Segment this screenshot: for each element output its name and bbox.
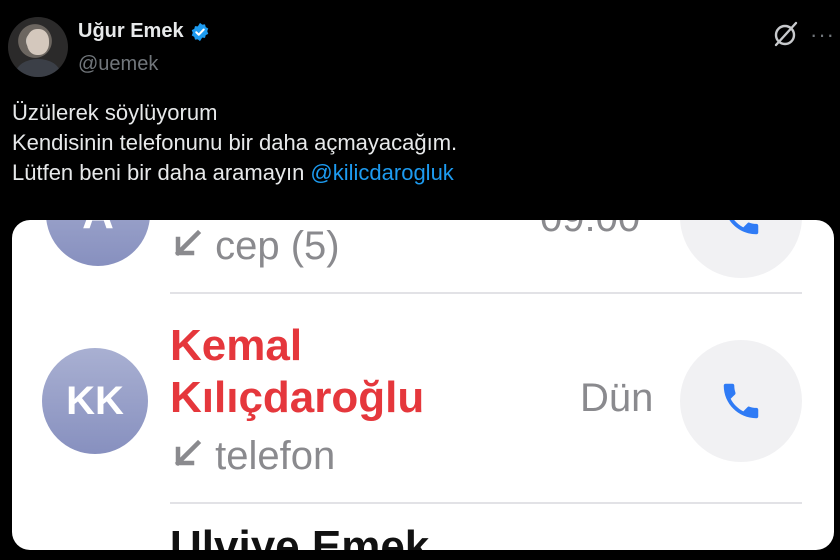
call-subtitle-top-text: cep (5): [215, 224, 340, 268]
contact-name-bottom: Ulviye Emek: [170, 522, 430, 550]
author-avatar[interactable]: [8, 17, 68, 77]
author-handle[interactable]: @uemek: [78, 53, 158, 76]
more-options-icon[interactable]: ···: [810, 22, 835, 48]
incoming-arrow-icon: [174, 229, 202, 257]
incoming-arrow-icon: [174, 439, 202, 467]
author-display-name[interactable]: Uğur Emek: [78, 20, 184, 43]
grok-icon[interactable]: [772, 20, 800, 48]
missed-caller-name: Kemal Kılıçdaroğlu: [170, 320, 424, 424]
tweet-line-1: Üzülerek söylüyorum: [12, 100, 218, 125]
tweet-line-2: Kendisinin telefonunu bir daha açmayacağ…: [12, 130, 458, 155]
mention-link[interactable]: @kilicdarogluk: [310, 160, 453, 185]
contact-avatar-top: A: [46, 220, 150, 266]
call-day: Dün: [580, 376, 654, 420]
tweet-line-3-text: Lütfen beni bir daha aramayın: [12, 160, 311, 185]
author-name-row: Uğur Emek: [78, 20, 210, 43]
caller-name-line-2: Kılıçdaroğlu: [170, 373, 425, 422]
call-subtitle-kk-text: telefon: [215, 434, 336, 478]
tweet-media-image[interactable]: A 09:00 cep (5) KK Kemal Kılıçdaroğlu Dü…: [12, 220, 834, 550]
tweet-line-3: Lütfen beni bir daha aramayın @kilicdaro…: [12, 158, 457, 188]
call-button-top: [680, 220, 802, 278]
list-divider: [170, 292, 802, 294]
list-divider: [170, 502, 802, 504]
phone-icon: [723, 383, 759, 419]
phone-icon: [729, 220, 759, 235]
contact-avatar-kk: KK: [42, 348, 148, 454]
caller-name-line-1: Kemal: [170, 321, 303, 370]
tweet-text: Üzülerek söylüyorum Kendisinin telefonun…: [12, 98, 457, 188]
call-subtitle-top: cep (5): [170, 224, 340, 269]
call-time-top: 09:00: [540, 220, 640, 241]
call-button-kk: [680, 340, 802, 462]
verified-badge-icon: [191, 22, 208, 41]
call-subtitle-kk: telefon: [170, 434, 335, 479]
